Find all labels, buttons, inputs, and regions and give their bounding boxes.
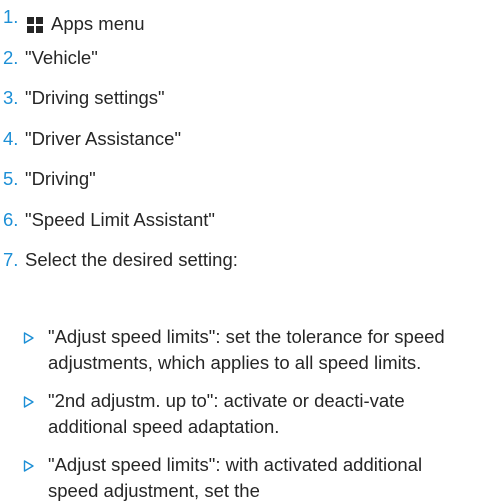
setting-option-text: "Adjust speed limits": with activated ad… bbox=[48, 454, 423, 501]
step-7: 7. Select the desired setting: bbox=[0, 243, 486, 284]
triangle-right-outline-icon bbox=[0, 388, 48, 408]
apps-grid-icon bbox=[27, 17, 43, 33]
step-5: 5. "Driving" bbox=[0, 162, 486, 203]
step-text: "Vehicle" bbox=[25, 46, 98, 68]
step-number: 7. bbox=[3, 249, 19, 270]
step-number: 4. bbox=[3, 127, 19, 149]
instruction-steps: 1. Apps menu 2. "Vehicle" 3. "Driving se… bbox=[0, 0, 486, 284]
step-1: 1. Apps menu bbox=[0, 0, 486, 41]
step-text: "Speed Limit Assistant" bbox=[25, 208, 216, 230]
setting-option-text: "Adjust speed limits": set the tolerance… bbox=[48, 326, 445, 373]
step-text: "Driving settings" bbox=[25, 87, 165, 108]
setting-option: "Adjust speed limits": with activated ad… bbox=[0, 452, 486, 503]
step-number: 6. bbox=[3, 208, 19, 230]
step-text: "Driver Assistance" bbox=[25, 127, 182, 149]
step-2: 2. "Vehicle" bbox=[0, 41, 486, 82]
setting-options: "Adjust speed limits": set the tolerance… bbox=[0, 324, 486, 503]
step-4: 4. "Driver Assistance" bbox=[0, 122, 486, 163]
step-text: "Driving" bbox=[25, 168, 96, 189]
step-number: 3. bbox=[3, 87, 19, 108]
step-text: Apps menu bbox=[51, 13, 145, 34]
manual-page: { "steps": [ {"number": "1.", "text": "A… bbox=[0, 0, 486, 501]
step-6: 6. "Speed Limit Assistant" bbox=[0, 203, 486, 244]
step-number: 1. bbox=[3, 6, 19, 27]
setting-option: "Adjust speed limits": set the tolerance… bbox=[0, 324, 486, 375]
setting-option: "2nd adjustm. up to": activate or deacti… bbox=[0, 388, 486, 439]
step-3: 3. "Driving settings" bbox=[0, 81, 486, 122]
step-label: Apps menu bbox=[25, 13, 486, 35]
triangle-right-outline-icon bbox=[0, 324, 48, 344]
step-number: 5. bbox=[3, 168, 19, 189]
setting-option-text: "2nd adjustm. up to": activate or deacti… bbox=[48, 390, 405, 437]
triangle-right-outline-icon bbox=[0, 452, 48, 472]
step-number: 2. bbox=[3, 46, 19, 68]
step-text: Select the desired setting: bbox=[25, 249, 238, 270]
